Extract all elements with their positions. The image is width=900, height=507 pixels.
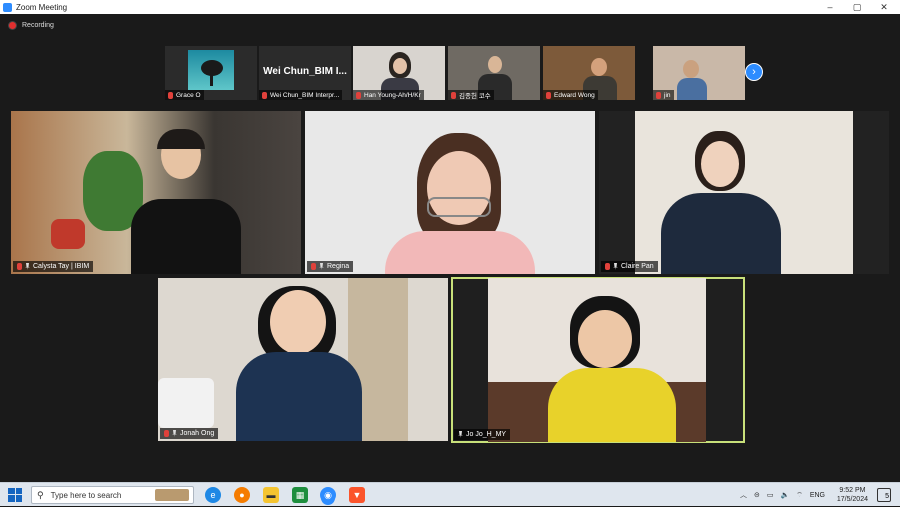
participant-name: Wei Chun_BIM Interpr... — [259, 90, 343, 100]
brave-icon[interactable]: ▼ — [349, 487, 365, 503]
pin-icon — [319, 263, 324, 270]
video-tile[interactable]: Jonah Ong — [158, 278, 448, 441]
profile-picture — [188, 50, 234, 90]
participant-big-name: Wei Chun_BIM I... — [263, 66, 347, 77]
participant-video — [591, 58, 607, 76]
participant-video — [270, 290, 326, 354]
participant-name: jin — [653, 90, 674, 100]
system-tray[interactable]: ︿ ⊝ ▭ 🔈 ⌔ ENG — [740, 483, 825, 507]
maximize-button[interactable]: ▢ — [843, 0, 871, 14]
mic-muted-icon — [656, 91, 661, 99]
pin-icon — [458, 431, 463, 438]
participant-name: Regina — [307, 261, 354, 272]
pin-icon — [613, 263, 618, 270]
mic-muted-icon — [17, 263, 22, 270]
zoom-icon[interactable]: ◉ — [320, 487, 336, 503]
window-title: Zoom Meeting — [16, 2, 68, 12]
participant-name: Edward Wong — [543, 90, 598, 100]
participant-video — [683, 60, 699, 78]
language-indicator[interactable]: ENG — [810, 492, 825, 499]
active-speaker-tile[interactable]: Jo Jo_H_MY — [451, 277, 745, 443]
notification-center-button[interactable]: 5 — [877, 488, 891, 502]
headset-icon[interactable]: ⊝ — [754, 491, 760, 499]
thumbnail-tile[interactable]: jin — [653, 46, 745, 100]
minimize-button[interactable]: – — [816, 0, 844, 14]
search-icon: ⚲ — [37, 489, 44, 500]
participant-name: Jo Jo_H_MY — [454, 429, 511, 440]
next-page-button[interactable]: › — [745, 63, 763, 81]
pin-icon — [25, 263, 30, 270]
thumbnail-tile[interactable]: 김종헌 코수 — [448, 46, 540, 100]
clock-date: 17/5/2024 — [836, 496, 868, 503]
participant-name: Grace O — [165, 90, 204, 100]
recording-label: Recording — [22, 21, 54, 29]
mic-muted-icon — [311, 263, 316, 270]
video-tile[interactable]: Claire Pan — [599, 111, 889, 274]
mic-muted-icon — [605, 263, 610, 270]
thumbnail-strip: Grace O Wei Chun_BIM I... Wei Chun_BIM I… — [165, 46, 745, 100]
zoom-logo-icon — [3, 2, 12, 12]
chevron-right-icon: › — [752, 66, 756, 78]
taskbar-clock[interactable]: 9:52 PM 17/5/2024 — [837, 486, 868, 504]
thumbnail-tile[interactable]: Grace O — [165, 46, 257, 100]
mic-muted-icon — [356, 91, 361, 99]
taskbar-search-box[interactable]: ⚲ Type here to search — [31, 486, 194, 504]
window-titlebar: Zoom Meeting — [0, 0, 900, 14]
close-button[interactable]: ✕ — [870, 0, 898, 14]
participant-name: Claire Pan — [601, 261, 658, 272]
mic-muted-icon — [164, 430, 169, 437]
mic-muted-icon — [546, 91, 551, 99]
participant-name: 김종헌 코수 — [448, 90, 494, 100]
elephant-search-highlight-icon — [155, 489, 189, 501]
participant-video — [488, 56, 502, 73]
thumbnail-tile[interactable]: Wei Chun_BIM I... Wei Chun_BIM Interpr..… — [259, 46, 351, 100]
recording-indicator[interactable]: Recording — [0, 14, 900, 36]
thumbnail-tile[interactable]: Han Young-Ah/H/Kr — [353, 46, 445, 100]
participant-name: Han Young-Ah/H/Kr — [353, 90, 424, 100]
wifi-icon[interactable]: ⌔ — [796, 491, 803, 500]
participant-name: Calysta Tay | IBIM — [13, 261, 94, 272]
mic-muted-icon — [451, 91, 456, 99]
file-explorer-icon[interactable]: ▬ — [263, 487, 279, 503]
chevron-up-icon[interactable]: ︿ — [740, 490, 747, 500]
edge-icon[interactable]: e — [205, 487, 221, 503]
sheets-icon[interactable]: ▦ — [292, 487, 308, 503]
participant-name: Jonah Ong — [160, 428, 219, 439]
recording-dot-icon — [9, 21, 16, 29]
video-tile[interactable]: Regina — [305, 111, 595, 274]
thumbnail-tile[interactable]: Edward Wong — [543, 46, 635, 100]
pin-icon — [172, 430, 177, 437]
mic-muted-icon — [262, 91, 267, 99]
notification-count: 5 — [885, 493, 889, 500]
mic-muted-icon — [168, 91, 173, 99]
clock-time: 9:52 PM — [839, 487, 866, 494]
search-placeholder: Type here to search — [50, 490, 122, 500]
video-tile[interactable]: Calysta Tay | IBIM — [11, 111, 301, 274]
windows-start-button[interactable] — [8, 487, 22, 502]
windows-taskbar: ⚲ Type here to search e ● ▬ ▦ ◉ ▼ ︿ ⊝ ▭ … — [0, 482, 900, 506]
volume-icon[interactable]: 🔈 — [781, 491, 790, 499]
firefox-icon[interactable]: ● — [234, 487, 250, 503]
battery-icon[interactable]: ▭ — [767, 491, 774, 499]
